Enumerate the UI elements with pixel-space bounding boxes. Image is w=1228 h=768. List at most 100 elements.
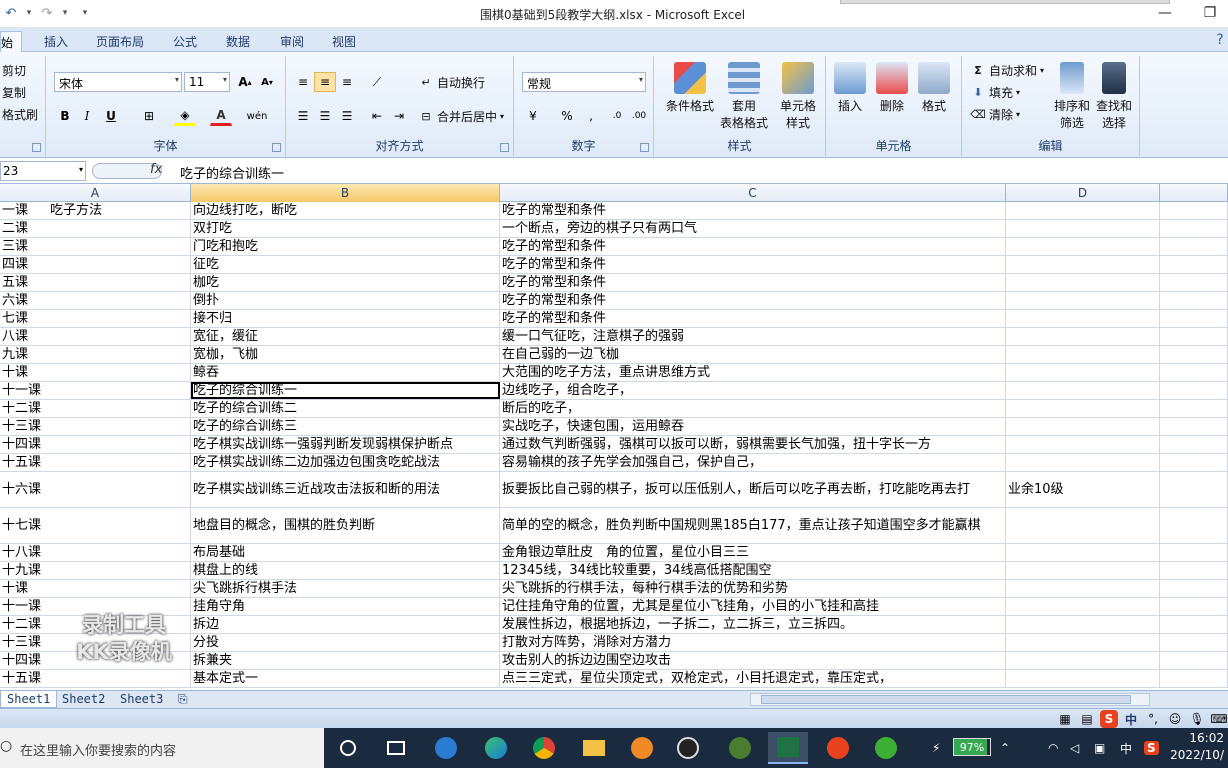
page-layout-view-icon[interactable]: ▤ <box>1078 710 1096 728</box>
cell-e[interactable] <box>1160 238 1228 255</box>
align-right-icon[interactable]: ☰ <box>336 106 358 126</box>
taskbar-search[interactable]: ○ 在这里输入你要搜索的内容 <box>0 728 324 768</box>
wrap-text-button[interactable]: ↵ 自动换行 <box>418 72 485 92</box>
cell-b[interactable]: 分投 <box>191 634 500 651</box>
cell-a[interactable]: 十八课 <box>0 544 191 561</box>
cell-c[interactable]: 在自己弱的一边飞枷 <box>500 346 1006 363</box>
cell-b[interactable]: 双打吃 <box>191 220 500 237</box>
sheet-tab-3[interactable]: Sheet3 <box>114 691 169 708</box>
cell-d[interactable] <box>1006 202 1160 219</box>
wechat-icon[interactable] <box>866 732 906 764</box>
excel-icon[interactable] <box>768 732 808 764</box>
cell-c[interactable]: 一个断点，旁边的棋子只有两口气 <box>500 220 1006 237</box>
cell-b[interactable]: 棋盘上的线 <box>191 562 500 579</box>
cell-d[interactable] <box>1006 328 1160 345</box>
orientation-icon[interactable]: ⟋ <box>366 72 388 92</box>
cell-b[interactable]: 尖飞跳拆行棋手法 <box>191 580 500 597</box>
cell-a[interactable]: 十三课 <box>0 418 191 435</box>
find-select-button[interactable]: 查找和 选择 <box>1086 62 1142 132</box>
cell-b[interactable]: 基本定式一 <box>191 670 500 687</box>
bold-icon[interactable]: B <box>54 106 76 126</box>
cell-b[interactable]: 拆边 <box>191 616 500 633</box>
tab-formulas[interactable]: 公式 <box>165 31 205 52</box>
tab-home[interactable]: 始 <box>0 31 23 52</box>
chrome-icon[interactable] <box>524 732 564 764</box>
cell-c[interactable]: 吃子的常型和条件 <box>500 238 1006 255</box>
cell-e[interactable] <box>1160 346 1228 363</box>
column-header-c[interactable]: C <box>500 184 1006 202</box>
align-middle-icon[interactable]: ≡ <box>314 72 336 92</box>
font-size-select[interactable]: 11 ▾ <box>184 72 230 92</box>
column-header-e[interactable] <box>1160 184 1228 202</box>
autosum-button[interactable]: Σ 自动求和 ▾ <box>970 60 1044 80</box>
cell-c[interactable]: 吃子的常型和条件 <box>500 274 1006 291</box>
tab-page-layout[interactable]: 页面布局 <box>88 31 152 52</box>
microphone-icon[interactable]: 🎙 <box>1188 710 1206 728</box>
cell-d[interactable] <box>1006 346 1160 363</box>
tab-view[interactable]: 视图 <box>324 31 364 52</box>
cell-c[interactable]: 简单的空的概念，胜负判断中国规则黑185白177，重点让孩子知道围空多才能赢棋 <box>500 508 1006 543</box>
cell-d[interactable] <box>1006 544 1160 561</box>
clock[interactable]: 16:02 2022/10/ <box>1168 730 1228 764</box>
cell-b[interactable]: 征吃 <box>191 256 500 273</box>
network-icon[interactable]: ◠ <box>1048 728 1058 768</box>
cell-c[interactable]: 记住挂角守角的位置，尤其是星位小飞挂角，小目的小飞挂和高挂 <box>500 598 1006 615</box>
cell-c[interactable]: 通过数气判断强弱，强棋可以扳可以断，弱棋需要长气加强，扭十字长一方 <box>500 436 1006 453</box>
cell-b[interactable]: 宽枷，飞枷 <box>191 346 500 363</box>
cell-e[interactable] <box>1160 670 1228 687</box>
cell-b[interactable]: 枷吃 <box>191 274 500 291</box>
border-icon[interactable]: ⊞ <box>138 106 160 126</box>
redo-dropdown-icon[interactable]: ▾ <box>58 3 72 23</box>
cell-a[interactable]: 十六课 <box>0 472 191 507</box>
cell-d[interactable] <box>1006 274 1160 291</box>
conditional-format-button[interactable]: 条件格式 <box>658 62 722 115</box>
cell-b[interactable]: 接不归 <box>191 310 500 327</box>
insert-function-icon[interactable]: fx <box>150 162 162 177</box>
column-header-b[interactable]: B <box>191 184 500 202</box>
cell-a[interactable]: 五课 <box>0 274 191 291</box>
shrink-font-icon[interactable]: A ▾ <box>256 72 278 92</box>
cell-e[interactable] <box>1160 256 1228 273</box>
cell-b[interactable]: 宽征，缓征 <box>191 328 500 345</box>
increase-decimal-icon[interactable]: .0 <box>606 106 628 126</box>
cell-a[interactable]: 一课 吃子方法 <box>0 202 191 219</box>
cell-d[interactable] <box>1006 562 1160 579</box>
cell-a[interactable]: 六课 <box>0 292 191 309</box>
cell-d[interactable] <box>1006 670 1160 687</box>
cut-button[interactable]: 剪切 <box>2 60 26 80</box>
column-header-d[interactable]: D <box>1006 184 1160 202</box>
tab-data[interactable]: 数据 <box>218 31 258 52</box>
cell-b[interactable]: 向边线打吃，断吃 <box>191 202 500 219</box>
undo-icon[interactable]: ↶ <box>0 3 22 23</box>
emoji-icon[interactable]: ☺ <box>1166 710 1184 728</box>
file-explorer-icon[interactable] <box>574 732 614 764</box>
cell-e[interactable] <box>1160 652 1228 669</box>
column-header-a[interactable]: A <box>0 184 191 202</box>
punctuation-icon[interactable]: °, <box>1144 710 1162 728</box>
power-icon[interactable]: ⚡ <box>932 728 940 768</box>
game-app-icon[interactable] <box>720 732 760 764</box>
cell-d[interactable] <box>1006 364 1160 381</box>
cell-c[interactable]: 边线吃子，组合吃子， <box>500 382 1006 399</box>
name-box[interactable]: 23 ▾ <box>0 161 86 181</box>
cell-b[interactable]: 门吃和抱吃 <box>191 238 500 255</box>
formula-input[interactable]: 吃子的综合训练一 <box>180 163 284 182</box>
cell-b[interactable]: 挂角守角 <box>191 598 500 615</box>
cell-e[interactable] <box>1160 472 1228 507</box>
cell-d[interactable] <box>1006 400 1160 417</box>
cell-e[interactable] <box>1160 274 1228 291</box>
number-format-select[interactable]: 常规 ▾ <box>522 72 646 92</box>
tab-insert[interactable]: 插入 <box>36 31 76 52</box>
cell-e[interactable] <box>1160 580 1228 597</box>
cell-a[interactable]: 九课 <box>0 346 191 363</box>
format-painter-button[interactable]: 格式刷 <box>2 104 38 124</box>
clipboard-launcher-icon[interactable] <box>32 143 41 152</box>
cell-d[interactable] <box>1006 652 1160 669</box>
cell-b[interactable]: 吃子的综合训练一 <box>191 382 500 399</box>
cell-d[interactable] <box>1006 616 1160 633</box>
underline-icon[interactable]: U <box>100 106 122 126</box>
number-launcher-icon[interactable] <box>640 143 649 152</box>
cell-e[interactable] <box>1160 454 1228 471</box>
cell-d[interactable] <box>1006 292 1160 309</box>
cell-e[interactable] <box>1160 418 1228 435</box>
